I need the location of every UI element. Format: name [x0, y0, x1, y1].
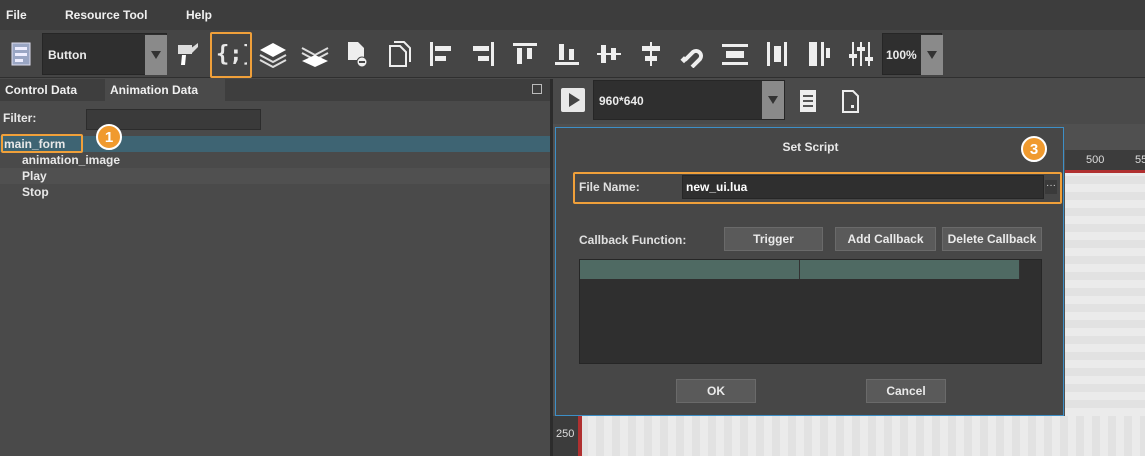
align-left-icon[interactable]: [424, 34, 458, 74]
ruler-left: 250: [553, 416, 578, 456]
zoom-select[interactable]: 100%: [882, 33, 943, 75]
canvas-grid: [1065, 172, 1145, 456]
align-bottom-icon[interactable]: [550, 34, 584, 74]
align-top-icon[interactable]: [508, 34, 542, 74]
ruler-label: 500: [1086, 154, 1105, 166]
menu-bar: File Resource Tool Help: [0, 0, 1145, 30]
chevron-down-icon[interactable]: [145, 35, 167, 75]
set-script-dialog: Set Script File Name: new_ui.lua ··· Cal…: [555, 127, 1064, 416]
highlight-main-form: [1, 134, 83, 153]
delete-callback-button[interactable]: Delete Callback: [942, 227, 1042, 251]
canvas-border-left: [578, 416, 582, 456]
tab-control-data[interactable]: Control Data: [0, 79, 105, 101]
file-name-label: File Name:: [579, 180, 640, 194]
table-header-cell[interactable]: [800, 260, 1020, 279]
align-center-h-icon[interactable]: [592, 34, 626, 74]
tree-item-play[interactable]: Play: [0, 168, 550, 184]
tab-animation-data[interactable]: Animation Data: [105, 79, 225, 101]
align-center-v-icon[interactable]: [634, 34, 668, 74]
control-type-select[interactable]: Button: [42, 33, 167, 75]
menu-resource-tool[interactable]: Resource Tool: [65, 8, 147, 22]
tree-item-stop[interactable]: Stop: [0, 184, 550, 200]
browse-button[interactable]: ···: [1045, 180, 1057, 194]
trigger-button[interactable]: Trigger: [724, 227, 823, 251]
menu-file[interactable]: File: [6, 8, 27, 22]
layer-up-icon[interactable]: [256, 34, 290, 74]
resolution-select[interactable]: 960*640: [593, 80, 785, 120]
canvas-border-top: [1065, 170, 1145, 173]
form-icon[interactable]: [4, 34, 38, 74]
chevron-down-icon[interactable]: [762, 81, 784, 119]
pin-icon[interactable]: [532, 84, 542, 94]
control-type-value: Button: [48, 48, 87, 62]
ruler-top: 500 55: [1065, 150, 1145, 172]
filter-label: Filter:: [3, 111, 37, 125]
zoom-value: 100%: [886, 48, 917, 62]
chevron-down-icon[interactable]: [921, 35, 943, 75]
brush-icon[interactable]: [170, 34, 204, 74]
tree-item-animation-image[interactable]: animation_image: [0, 152, 550, 168]
ruler-label: 250: [556, 428, 575, 440]
document-icon[interactable]: [791, 81, 825, 121]
layer-down-icon[interactable]: [298, 34, 332, 74]
tree-item-label: Play: [22, 169, 47, 183]
ok-button[interactable]: OK: [676, 379, 756, 403]
ruler-label: 55: [1135, 154, 1145, 166]
tree-item-label: animation_image: [22, 153, 121, 167]
size-icon[interactable]: [802, 34, 836, 74]
magnet-icon[interactable]: [676, 34, 710, 74]
add-callback-button[interactable]: Add Callback: [835, 227, 936, 251]
distribute-h-icon[interactable]: [718, 34, 752, 74]
step-badge-1: 1: [96, 124, 122, 150]
highlight-script-button: [210, 32, 252, 78]
resolution-value: 960*640: [599, 94, 644, 108]
canvas-grid: [580, 416, 1145, 456]
delete-page-icon[interactable]: [340, 34, 374, 74]
dialog-title: Set Script: [782, 140, 839, 154]
copy-page-icon[interactable]: [382, 34, 416, 74]
step-badge-3: 3: [1021, 136, 1047, 162]
panel-tabs: Control Data Animation Data: [0, 79, 550, 101]
play-icon[interactable]: [561, 88, 585, 112]
callback-function-label: Callback Function:: [579, 233, 687, 247]
page-frame-icon[interactable]: [833, 81, 867, 121]
distribute-v-icon[interactable]: [760, 34, 794, 74]
cancel-button[interactable]: Cancel: [866, 379, 946, 403]
tree-item-label: Stop: [22, 185, 49, 199]
menu-help[interactable]: Help: [186, 8, 212, 22]
file-name-field[interactable]: new_ui.lua: [682, 175, 1044, 199]
align-right-icon[interactable]: [466, 34, 500, 74]
toolbar: Button {;}: [0, 30, 1145, 78]
table-header-cell[interactable]: [580, 260, 800, 279]
callback-table[interactable]: [579, 259, 1042, 364]
settings-sliders-icon[interactable]: [844, 34, 878, 74]
